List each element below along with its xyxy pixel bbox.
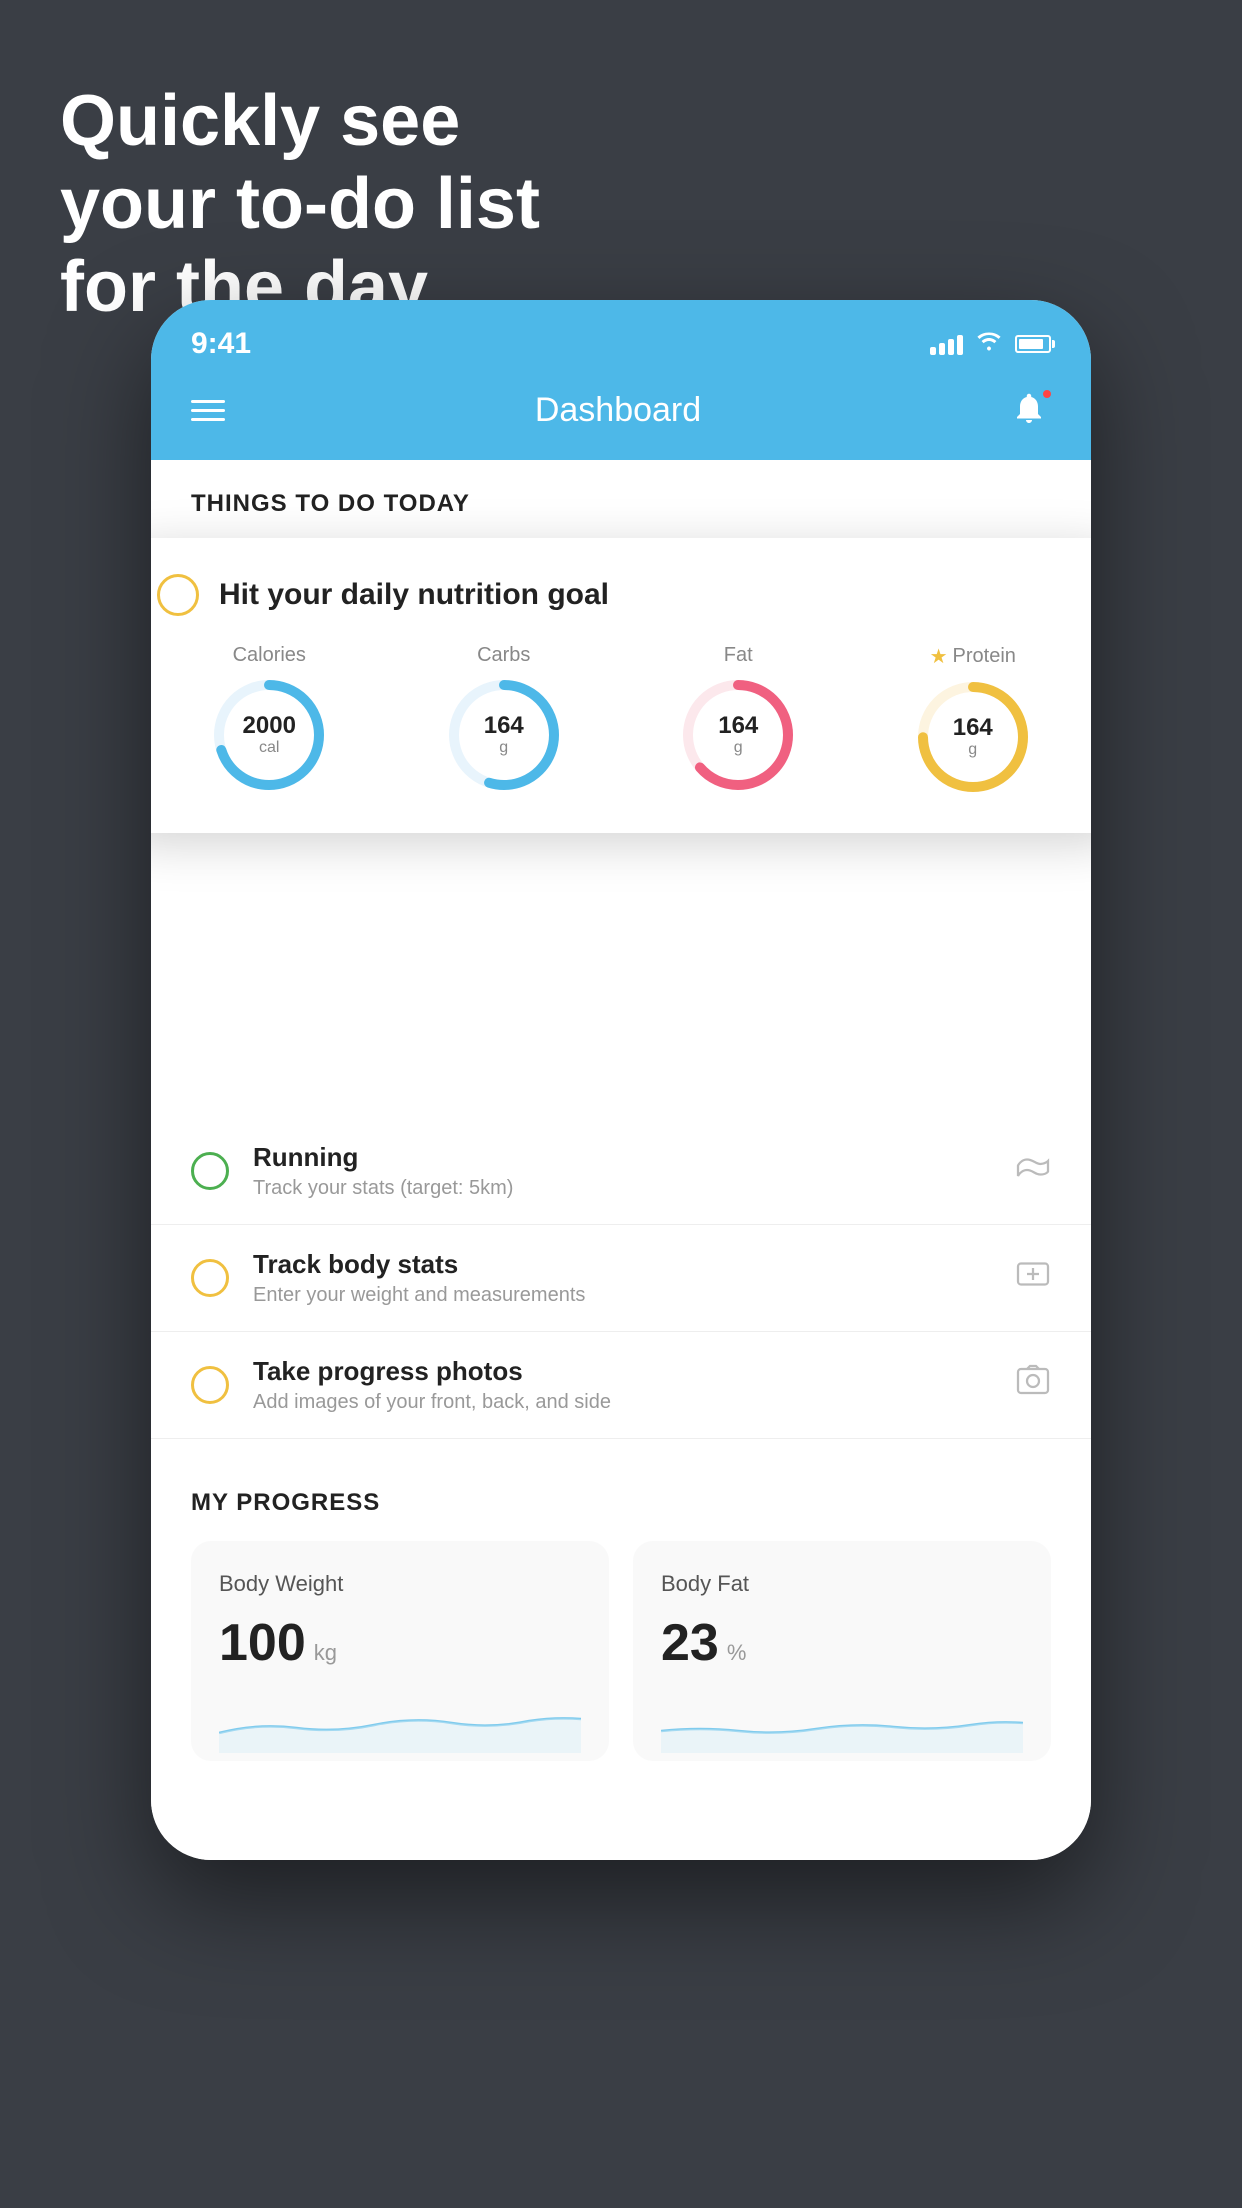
signal-icon [930, 333, 963, 355]
bodyfat-unit: % [727, 1640, 747, 1666]
calories-donut: 2000 cal [209, 675, 329, 795]
nutrition-grid: Calories 2000 cal [157, 644, 1085, 797]
todo-circle-running [191, 1152, 229, 1190]
progress-card-bodyfat: Body Fat 23 % [633, 1541, 1051, 1761]
menu-button[interactable] [191, 400, 225, 421]
todo-subtitle-bodystats: Enter your weight and measurements [253, 1284, 991, 1307]
weight-card-title: Body Weight [219, 1571, 581, 1597]
todo-list: Running Track your stats (target: 5km) T… [151, 878, 1091, 1439]
progress-title: MY PROGRESS [191, 1489, 1051, 1517]
notification-dot [1041, 388, 1053, 400]
bell-button[interactable] [1011, 390, 1051, 430]
todo-texts-running: Running Track your stats (target: 5km) [253, 1142, 991, 1200]
card-title: Hit your daily nutrition goal [219, 578, 609, 612]
photo-icon [1015, 1363, 1051, 1407]
nutrition-item-protein: ★ Protein 164 g [913, 644, 1033, 797]
phone-mockup: 9:41 Dashboard [151, 300, 1091, 1860]
task-circle[interactable] [157, 574, 199, 616]
nutrition-item-fat: Fat 164 g [678, 644, 798, 797]
todo-subtitle-photos: Add images of your front, back, and side [253, 1391, 991, 1414]
protein-label: ★ Protein [930, 644, 1016, 669]
app-content: THINGS TO DO TODAY Hit your daily nutrit… [151, 460, 1091, 1860]
bodyfat-value-row: 23 % [661, 1613, 1023, 1673]
hero-text: Quickly see your to-do list for the day. [60, 80, 540, 328]
carbs-label: Carbs [477, 644, 530, 667]
battery-icon [1015, 335, 1051, 353]
weight-unit: kg [314, 1640, 337, 1666]
todo-subtitle-running: Track your stats (target: 5km) [253, 1177, 991, 1200]
hero-line2: your to-do list [60, 163, 540, 246]
fat-label: Fat [724, 644, 753, 667]
todo-circle-bodystats [191, 1259, 229, 1297]
status-icons [930, 330, 1051, 358]
fat-donut: 164 g [678, 675, 798, 795]
calories-label: Calories [233, 644, 306, 667]
todo-texts-photos: Take progress photos Add images of your … [253, 1356, 991, 1414]
nutrition-card: Hit your daily nutrition goal Calories [151, 538, 1091, 833]
app-header: Dashboard [151, 370, 1091, 460]
calories-unit: cal [243, 739, 296, 757]
carbs-donut: 164 g [444, 675, 564, 795]
status-time: 9:41 [191, 327, 251, 361]
fat-value: 164 [718, 713, 758, 739]
weight-chart [219, 1693, 581, 1753]
shoe-icon [1015, 1149, 1051, 1193]
carbs-unit: g [484, 739, 524, 757]
todo-title-running: Running [253, 1142, 991, 1173]
bodyfat-value: 23 [661, 1613, 719, 1673]
phone-screen: 9:41 Dashboard [151, 300, 1091, 1860]
bodyfat-chart [661, 1693, 1023, 1753]
scale-icon [1015, 1256, 1051, 1300]
progress-card-weight: Body Weight 100 kg [191, 1541, 609, 1761]
things-section-header: THINGS TO DO TODAY [151, 460, 1091, 538]
todo-circle-photos [191, 1366, 229, 1404]
progress-section: MY PROGRESS Body Weight 100 kg [151, 1439, 1091, 1801]
weight-value: 100 [219, 1613, 306, 1673]
fat-unit: g [718, 739, 758, 757]
todo-item-photos[interactable]: Take progress photos Add images of your … [151, 1332, 1091, 1439]
todo-title-bodystats: Track body stats [253, 1249, 991, 1280]
todo-texts-bodystats: Track body stats Enter your weight and m… [253, 1249, 991, 1307]
wifi-icon [975, 330, 1003, 358]
carbs-value: 164 [484, 713, 524, 739]
star-icon: ★ [930, 644, 948, 669]
page-title: Dashboard [535, 391, 701, 430]
todo-item-running[interactable]: Running Track your stats (target: 5km) [151, 1118, 1091, 1225]
calories-value: 2000 [243, 713, 296, 739]
progress-cards: Body Weight 100 kg [191, 1541, 1051, 1761]
protein-value: 164 [953, 715, 993, 741]
card-title-row: Hit your daily nutrition goal [157, 574, 1085, 616]
nutrition-item-carbs: Carbs 164 g [444, 644, 564, 797]
status-bar: 9:41 [151, 300, 1091, 370]
protein-donut: 164 g [913, 677, 1033, 797]
protein-unit: g [953, 741, 993, 759]
bodyfat-card-title: Body Fat [661, 1571, 1023, 1597]
todo-item-bodystats[interactable]: Track body stats Enter your weight and m… [151, 1225, 1091, 1332]
hero-line1: Quickly see [60, 80, 540, 163]
weight-value-row: 100 kg [219, 1613, 581, 1673]
nutrition-item-calories: Calories 2000 cal [209, 644, 329, 797]
todo-title-photos: Take progress photos [253, 1356, 991, 1387]
